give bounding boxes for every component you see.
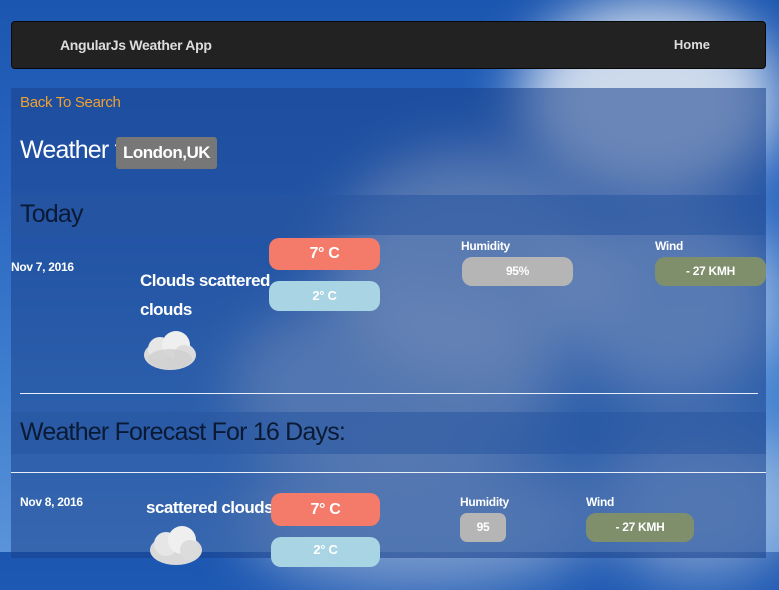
forecast-heading: Weather Forecast For 16 Days: [20, 418, 346, 446]
today-humidity-label: Humidity [461, 239, 510, 253]
today-band [11, 195, 766, 235]
forecast-humidity-label: Humidity [460, 495, 509, 509]
today-wind-label: Wind [655, 239, 684, 253]
divider [20, 393, 758, 394]
divider [11, 472, 766, 473]
scattered-clouds-icon [150, 526, 202, 565]
forecast-wind-label: Wind [586, 495, 615, 509]
today-date: Nov 7, 2016 [11, 260, 74, 274]
forecast-temp-max: 7° C [271, 493, 380, 526]
today-temp-min: 2° C [269, 281, 380, 311]
forecast-wind-value: - 27 KMH [586, 513, 694, 542]
today-temp-max: 7° C [269, 238, 380, 270]
back-to-search-link[interactable]: Back To Search [20, 94, 121, 111]
today-description-line2: clouds [140, 300, 192, 319]
forecast-humidity-value: 95 [460, 513, 506, 542]
city-label: London,UK [116, 137, 218, 169]
forecast-date: Nov 8, 2016 [20, 495, 83, 509]
scattered-clouds-icon [144, 331, 196, 370]
forecast-description: scattered clouds [146, 498, 274, 517]
navbar: AngularJs Weather App Home [11, 21, 766, 69]
forecast-temp-min: 2° C [271, 537, 380, 567]
today-humidity-value: 95% [462, 257, 573, 286]
today-heading: Today [20, 200, 84, 228]
today-wind-value: - 27 KMH [655, 257, 766, 286]
brand-link[interactable]: AngularJs Weather App [60, 37, 212, 53]
today-description-line1: Clouds scattered [140, 271, 270, 290]
nav-home-link[interactable]: Home [674, 37, 710, 52]
